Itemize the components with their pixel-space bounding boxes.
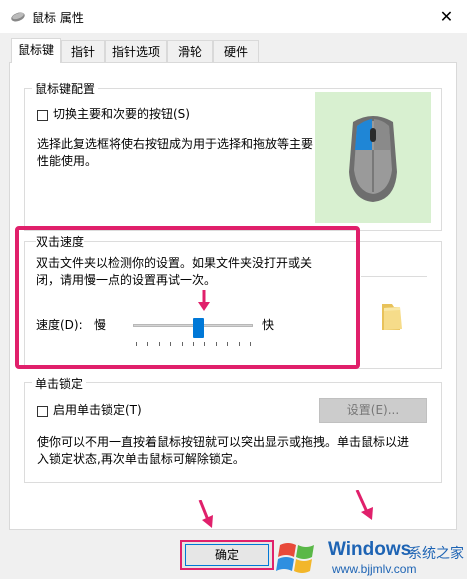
slider-tick — [159, 342, 160, 346]
slider-tick — [147, 342, 148, 346]
fast-label: 快 — [262, 318, 275, 332]
switch-buttons-label[interactable]: 切换主要和次要的按钮(S) — [53, 106, 190, 123]
watermark-url: www.bjjmlv.com — [332, 562, 417, 576]
tab-wheel[interactable]: 滑轮 — [167, 40, 213, 62]
click-lock-checkbox[interactable] — [37, 406, 48, 417]
double-click-description-1: 双击文件夹以检测你的设置。如果文件夹没打开或关 — [36, 256, 313, 270]
folder-icon — [382, 304, 402, 330]
title-bar: 鼠标 属性 ✕ — [0, 0, 467, 33]
double-click-description-2: 闭，请用慢一点的设置再试一次。 — [36, 273, 217, 287]
click-lock-description-2: 入锁定状态,再次单击鼠标可解除锁定。 — [37, 452, 245, 466]
speed-slider-thumb[interactable] — [193, 318, 204, 338]
arrow-down-icon — [198, 290, 210, 311]
button-config-description-1: 选择此复选框将使右按钮成为用于选择和拖放等主要 — [37, 137, 314, 151]
watermark-brand: Windows — [328, 539, 412, 560]
tab-pointers[interactable]: 指针 — [61, 40, 105, 62]
arrow-down-icon — [198, 500, 213, 528]
mouse-preview — [315, 92, 431, 223]
close-icon: ✕ — [439, 7, 454, 26]
windows-logo-icon — [276, 543, 314, 573]
watermark: Windows 系统之家 www.bjjmlv.com — [270, 533, 467, 579]
slider-tick — [136, 342, 137, 346]
test-folder[interactable] — [376, 300, 408, 335]
click-lock-settings-button[interactable]: 设置(E)... — [319, 398, 427, 423]
watermark-brand-cn: 系统之家 — [408, 546, 464, 562]
double-click-title: 双击速度 — [36, 234, 85, 251]
tab-pointer-options[interactable]: 指针选项 — [105, 40, 167, 62]
button-config-description-2: 性能使用。 — [37, 154, 98, 168]
slider-tick — [182, 342, 183, 346]
window-title: 鼠标 属性 — [32, 11, 84, 25]
divider — [361, 276, 427, 277]
close-button[interactable]: ✕ — [426, 0, 467, 33]
slider-tick — [170, 342, 171, 346]
tab-buttons[interactable]: 鼠标键 — [11, 38, 61, 63]
slider-tick — [239, 342, 240, 346]
slider-tick — [216, 342, 217, 346]
slider-tick — [193, 342, 194, 346]
mouse-app-icon — [10, 9, 26, 26]
click-lock-title: 单击锁定 — [32, 375, 87, 392]
slow-label: 慢 — [94, 318, 107, 332]
mouse-illustration-icon — [349, 116, 397, 202]
click-lock-description-1: 使你可以不用一直按着鼠标按钮就可以突出显示或拖拽。单击鼠标以进 — [37, 435, 410, 449]
arrow-down-icon — [355, 490, 373, 520]
ok-button-focus-ring — [185, 544, 269, 566]
switch-buttons-checkbox[interactable] — [37, 110, 48, 121]
tab-hardware[interactable]: 硬件 — [213, 40, 259, 62]
slider-tick — [204, 342, 205, 346]
speed-label: 速度(D): — [36, 318, 83, 332]
slider-tick — [227, 342, 228, 346]
button-config-title: 鼠标键配置 — [32, 80, 99, 97]
click-lock-label[interactable]: 启用单击锁定(T) — [53, 402, 142, 419]
slider-tick — [250, 342, 251, 346]
